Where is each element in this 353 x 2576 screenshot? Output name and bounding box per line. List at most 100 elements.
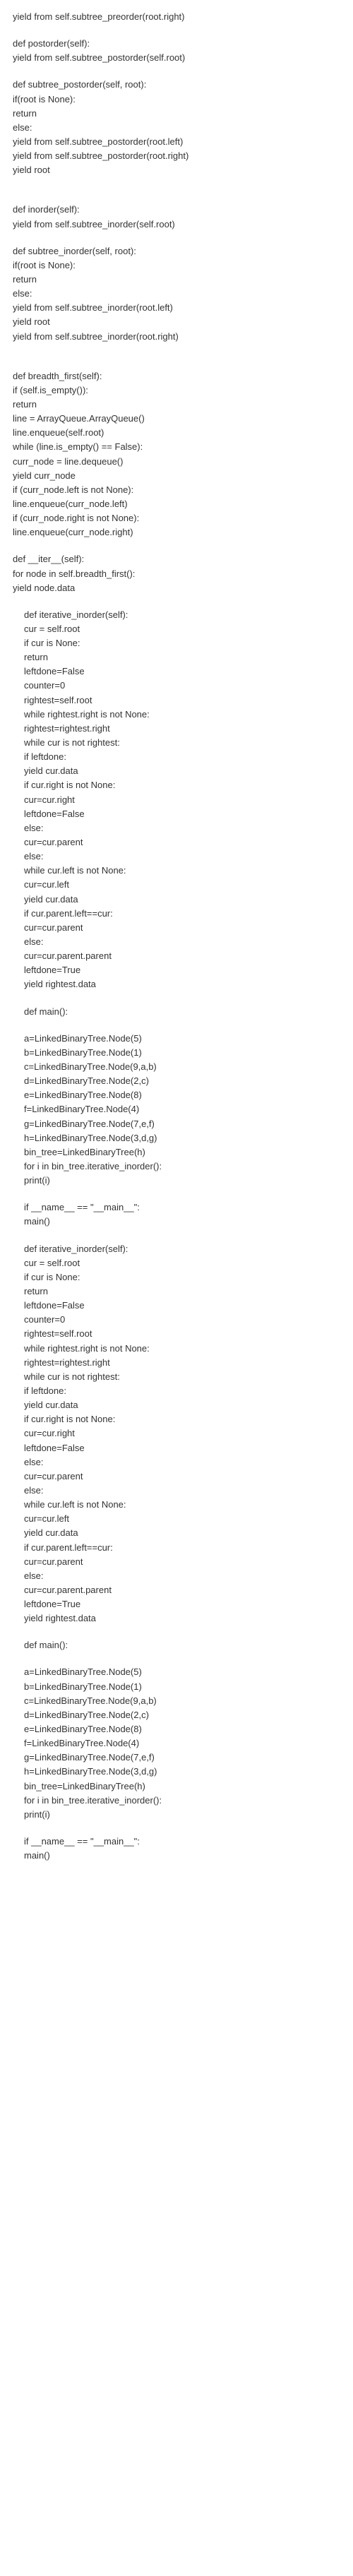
code-line: a=LinkedBinaryTree.Node(5) [13,1032,343,1046]
code-line: main() [13,1849,343,1863]
code-line: yield from self.subtree_inorder(self.roo… [13,217,343,232]
code-line: leftdone=False [13,1441,343,1455]
code-line: yield from self.subtree_postorder(root.r… [13,149,343,163]
blank-line [13,65,343,78]
code-line: while cur.left is not None: [13,864,343,878]
code-line: return [13,1284,343,1299]
code-line: h=LinkedBinaryTree.Node(3,d,g) [13,1765,343,1779]
code-line: print(i) [13,1808,343,1822]
code-line: rightest=rightest.right [13,722,343,736]
blank-line [13,1652,343,1665]
code-line: for i in bin_tree.iterative_inorder(): [13,1159,343,1174]
code-line: def iterative_inorder(self): [13,608,343,622]
code-line: while rightest.right is not None: [13,1342,343,1356]
code-line: while cur is not rightest: [13,1370,343,1384]
blank-line [13,232,343,244]
code-line: cur=cur.parent [13,835,343,849]
code-line: cur=cur.parent [13,1555,343,1569]
code-line: def iterative_inorder(self): [13,1242,343,1256]
blank-line [13,177,343,190]
code-line: g=LinkedBinaryTree.Node(7,e,f) [13,1751,343,1765]
code-line: if cur.right is not None: [13,1412,343,1426]
code-line: cur=cur.parent.parent [13,1583,343,1597]
blank-line [13,344,343,357]
code-line: d=LinkedBinaryTree.Node(2,c) [13,1074,343,1088]
code-line: def main(): [13,1638,343,1652]
code-line: def postorder(self): [13,37,343,51]
code-line: curr_node = line.dequeue() [13,455,343,469]
code-line: if(root is None): [13,93,343,107]
code-line: while (line.is_empty() == False): [13,440,343,454]
code-line: yield rightest.data [13,1611,343,1626]
code-line: cur=cur.left [13,878,343,892]
code-line: rightest=self.root [13,693,343,708]
code-line: yield cur.data [13,764,343,778]
code-line: return [13,650,343,664]
blank-line [13,190,343,203]
code-line: yield root [13,163,343,177]
code-line: f=LinkedBinaryTree.Node(4) [13,1102,343,1116]
code-line: yield curr_node [13,469,343,483]
code-line: if(root is None): [13,258,343,273]
code-line: leftdone=True [13,963,343,977]
code-line: bin_tree=LinkedBinaryTree(h) [13,1779,343,1794]
code-line: c=LinkedBinaryTree.Node(9,a,b) [13,1060,343,1074]
code-line: if cur is None: [13,636,343,650]
code-line: if cur is None: [13,1270,343,1284]
code-line: e=LinkedBinaryTree.Node(8) [13,1722,343,1736]
code-line: a=LinkedBinaryTree.Node(5) [13,1665,343,1679]
code-line: cur=cur.parent [13,921,343,935]
code-line: yield from self.subtree_postorder(root.l… [13,135,343,149]
code-line: while cur is not rightest: [13,736,343,750]
code-line: cur = self.root [13,1256,343,1270]
code-line: line = ArrayQueue.ArrayQueue() [13,412,343,426]
code-line: line.enqueue(self.root) [13,426,343,440]
code-line: if (curr_node.right is not None): [13,511,343,525]
code-line: f=LinkedBinaryTree.Node(4) [13,1736,343,1751]
code-line: if __name__ == "__main__": [13,1835,343,1849]
code-line: rightest=rightest.right [13,1356,343,1370]
blank-line [13,539,343,552]
code-line: return [13,107,343,121]
code-line: cur=cur.parent [13,1469,343,1484]
code-line: leftdone=False [13,807,343,821]
code-line: leftdone=False [13,1299,343,1313]
code-line: if cur.parent.left==cur: [13,907,343,921]
code-line: yield cur.data [13,1526,343,1540]
code-line: if leftdone: [13,1384,343,1398]
code-line: for node in self.breadth_first(): [13,567,343,581]
code-line: if cur.parent.left==cur: [13,1541,343,1555]
code-line: yield cur.data [13,893,343,907]
code-line: def subtree_inorder(self, root): [13,244,343,258]
code-line: yield root [13,315,343,329]
code-line: if (curr_node.left is not None): [13,483,343,497]
code-line: cur=cur.right [13,793,343,807]
code-line: print(i) [13,1174,343,1188]
blank-line [13,1822,343,1835]
blank-line [13,24,343,37]
code-line: counter=0 [13,679,343,693]
code-line: return [13,398,343,412]
code-line: cur = self.root [13,622,343,636]
code-line: if __name__ == "__main__": [13,1200,343,1215]
code-line: line.enqueue(curr_node.left) [13,497,343,511]
code-line: else: [13,1455,343,1469]
code-line: g=LinkedBinaryTree.Node(7,e,f) [13,1117,343,1131]
code-line: def breadth_first(self): [13,369,343,383]
blank-line [13,1019,343,1032]
code-line: def __iter__(self): [13,552,343,566]
code-line: main() [13,1215,343,1229]
code-line: e=LinkedBinaryTree.Node(8) [13,1088,343,1102]
code-line: b=LinkedBinaryTree.Node(1) [13,1046,343,1060]
blank-line [13,357,343,369]
code-line: counter=0 [13,1313,343,1327]
code-line: else: [13,849,343,864]
code-line: def main(): [13,1005,343,1019]
code-line: return [13,273,343,287]
code-line: yield cur.data [13,1398,343,1412]
code-line: for i in bin_tree.iterative_inorder(): [13,1794,343,1808]
code-line: yield from self.subtree_inorder(root.rig… [13,330,343,344]
code-line: yield from self.subtree_preorder(root.ri… [13,10,343,24]
code-line: if leftdone: [13,750,343,764]
code-line: c=LinkedBinaryTree.Node(9,a,b) [13,1694,343,1708]
